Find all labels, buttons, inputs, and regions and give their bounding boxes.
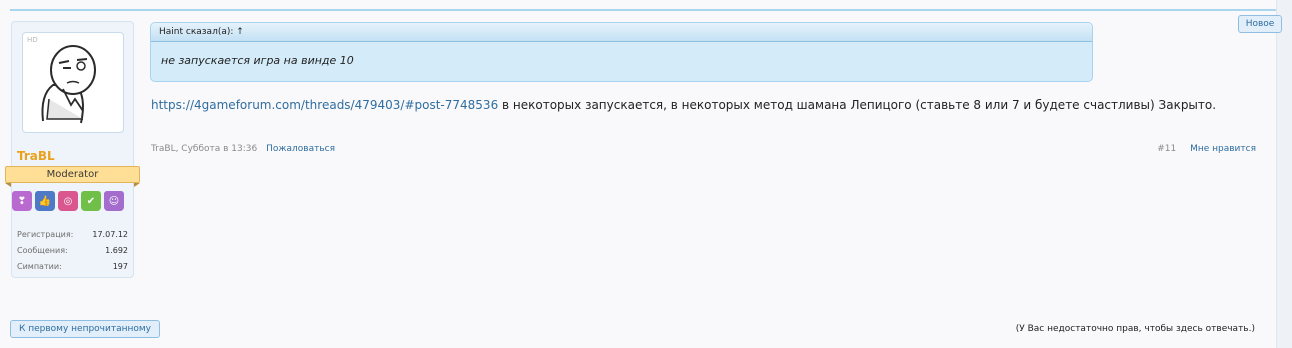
stat-value: 17.07.12 <box>92 229 128 239</box>
quote-text: не запускается игра на винде 10 <box>161 54 354 67</box>
avatar-image <box>41 45 96 124</box>
scrollbar[interactable] <box>1276 0 1292 348</box>
top-divider <box>10 9 1284 11</box>
post-number[interactable]: #11 <box>1157 144 1176 154</box>
post-meta: TraBL, Суббота в 13:36 Пожаловаться #11 … <box>151 144 1256 154</box>
permission-note: (У Вас недостаточно прав, чтобы здесь от… <box>1015 324 1255 334</box>
avatar-tag: HD <box>27 36 38 44</box>
glasses-icon[interactable]: ◎ <box>58 191 78 211</box>
author-time[interactable]: TraBL, Суббота в 13:36 <box>151 144 257 154</box>
report-link[interactable]: Пожаловаться <box>266 144 335 154</box>
thumbs-up-icon[interactable]: 👍 <box>35 191 55 211</box>
stat-value: 197 <box>112 261 128 271</box>
stat-label: Регистрация: <box>17 229 74 239</box>
stat-row: Симпатии: 197 <box>17 258 128 274</box>
first-unread-button[interactable]: К первому непрочитанному <box>10 320 160 338</box>
stat-label: Симпатии: <box>17 261 62 271</box>
user-info-card: HD TraBL Moderator ❣ 👍 ◎ ✔ ☺ Регистрация… <box>5 21 140 278</box>
quote-block: Haint сказал(а): ↑ не запускается игра н… <box>150 22 1093 82</box>
avatar[interactable]: HD <box>22 32 124 133</box>
username[interactable]: TraBL <box>17 149 55 163</box>
role-banner: Moderator <box>5 166 140 187</box>
check-icon[interactable]: ✔ <box>81 191 101 211</box>
like-link[interactable]: Мне нравится <box>1190 144 1256 154</box>
stat-row: Регистрация: 17.07.12 <box>17 226 128 242</box>
message-text: в некоторых запускается, в некоторых мет… <box>498 98 1217 112</box>
post-link[interactable]: https://4gameforum.com/threads/479403/#p… <box>151 98 498 112</box>
stat-value[interactable]: 1.692 <box>105 246 128 255</box>
stat-label: Сообщения: <box>17 245 68 255</box>
user-stats: Регистрация: 17.07.12 Сообщения: 1.692 С… <box>17 226 128 274</box>
new-post-button[interactable]: Новое <box>1238 15 1282 33</box>
post-message: https://4gameforum.com/threads/479403/#p… <box>151 96 1231 114</box>
badge-row: ❣ 👍 ◎ ✔ ☺ <box>12 191 124 211</box>
stat-row: Сообщения: 1.692 <box>17 242 128 258</box>
person-icon[interactable]: ☺ <box>104 191 124 211</box>
hearts-icon[interactable]: ❣ <box>12 191 32 211</box>
quote-header[interactable]: Haint сказал(а): ↑ <box>151 23 1092 42</box>
